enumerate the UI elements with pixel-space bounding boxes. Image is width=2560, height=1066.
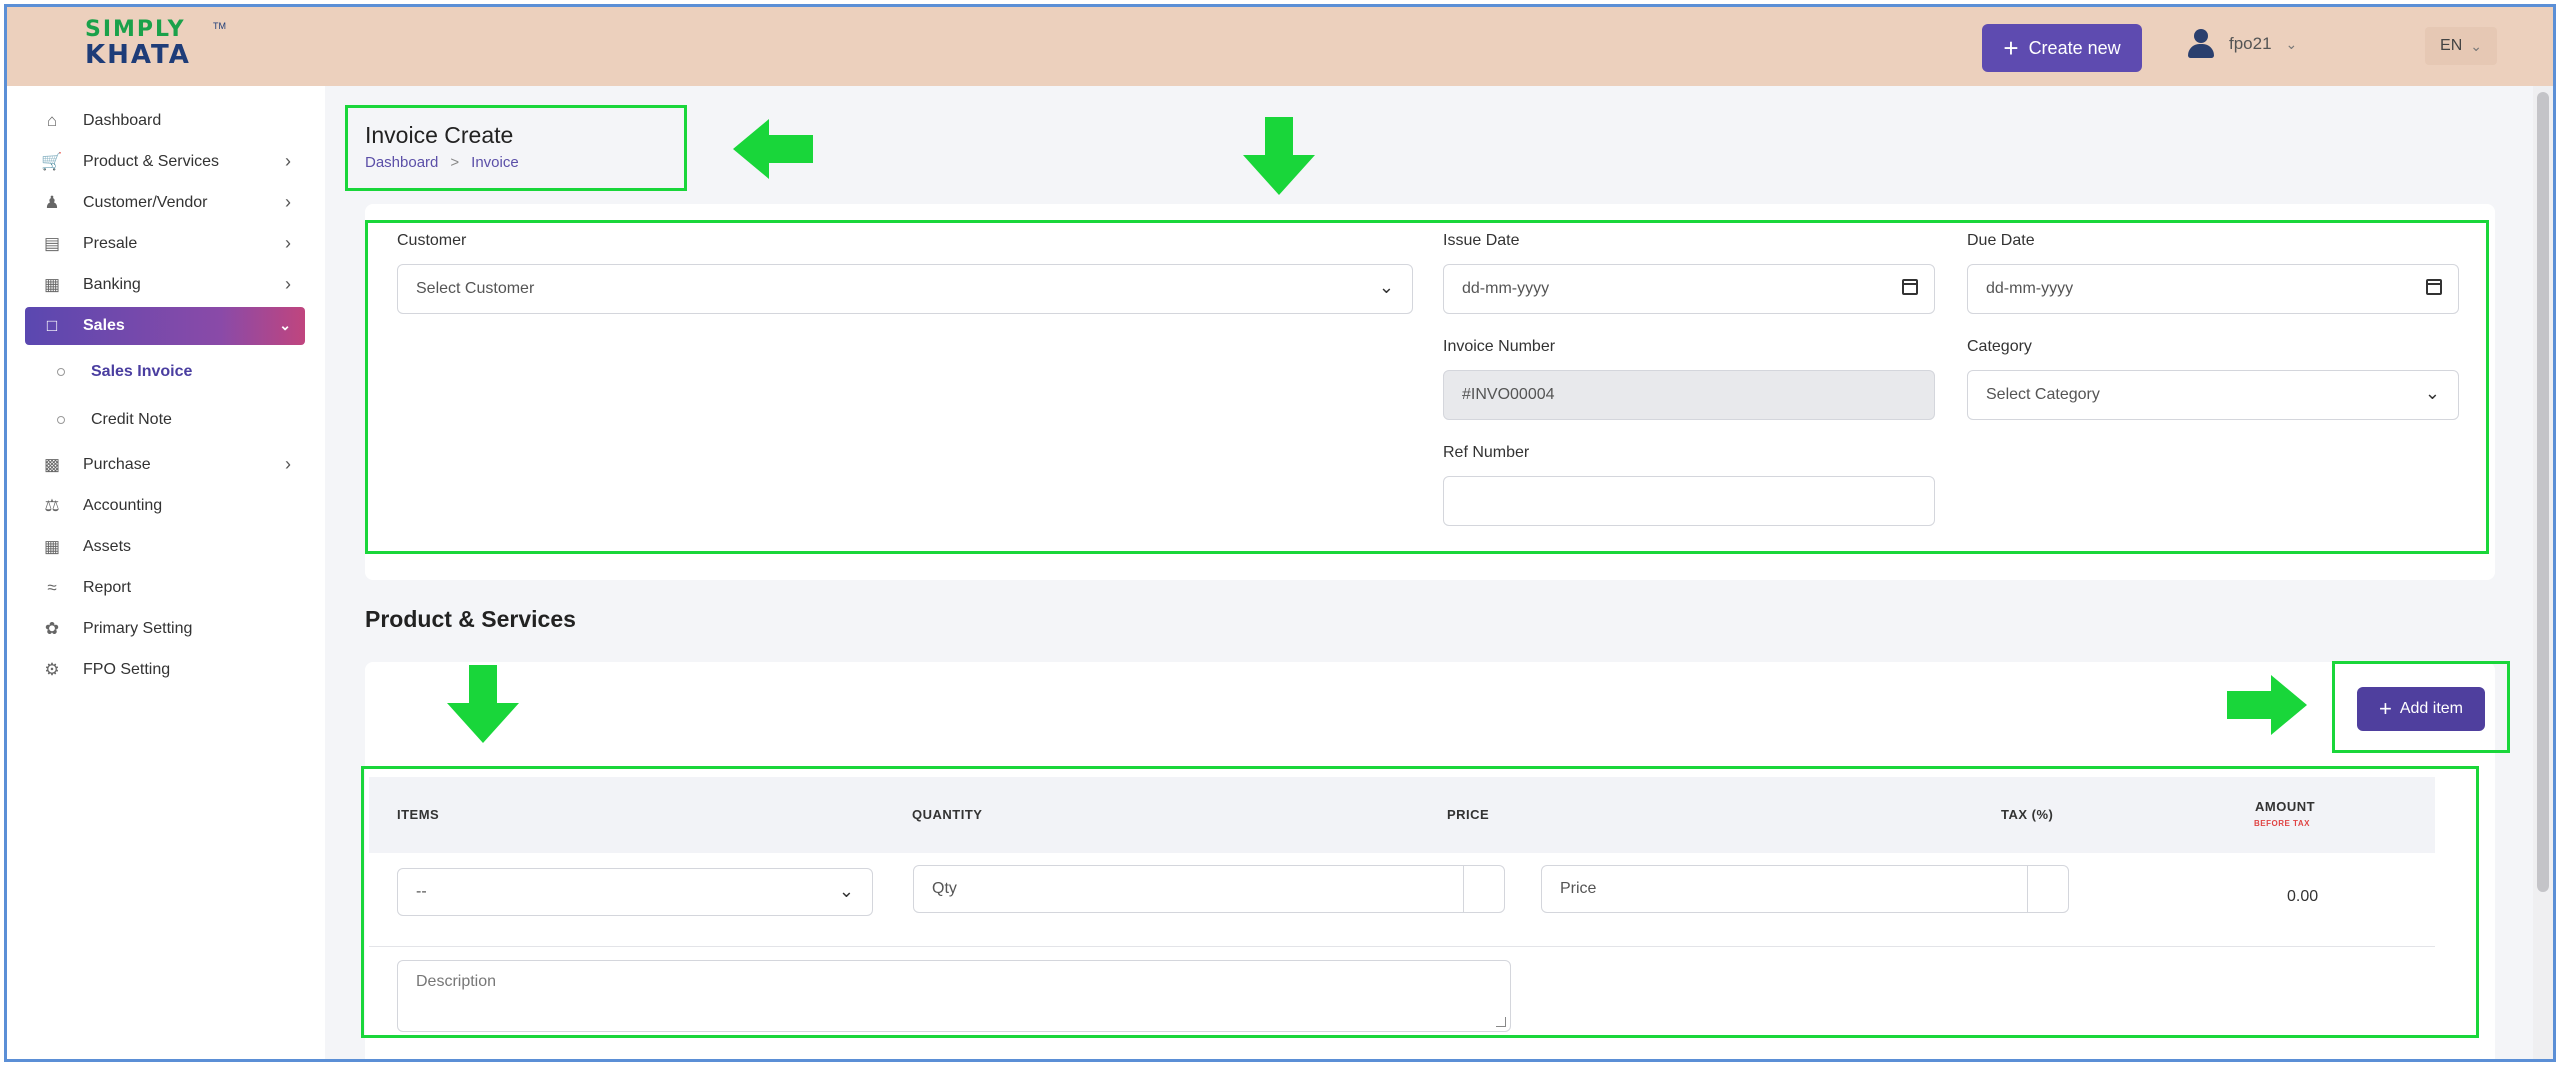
sidebar-subitem-credit-note[interactable]: Credit Note <box>57 403 172 437</box>
annotation-box-invoice-form <box>365 220 2489 554</box>
sidebar-item-label: Banking <box>83 276 141 293</box>
sidebar-subitem-sales-invoice[interactable]: Sales Invoice <box>57 355 192 389</box>
brand-logo[interactable]: SIMPLY KHATA TM <box>85 17 226 71</box>
green-arrow-down-icon <box>1243 117 1315 195</box>
green-arrow-down-icon <box>447 665 519 743</box>
sidebar-item-label: Primary Setting <box>83 620 193 637</box>
sidebar-item-label: Presale <box>83 235 138 252</box>
sidebar-subitem-label: Credit Note <box>91 411 172 428</box>
settings-icon: ✿ <box>44 619 60 638</box>
sidebar-item-presale[interactable]: ▤ Presale › <box>25 225 305 263</box>
sidebar-item-product-services[interactable]: 🛒 Product & Services › <box>25 143 305 181</box>
gear-icon: ⚙ <box>44 660 60 679</box>
chevron-right-icon: › <box>285 151 291 171</box>
plus-icon: + <box>2003 33 2019 63</box>
sidebar-item-label: Accounting <box>83 497 163 514</box>
sidebar-item-label: Purchase <box>83 456 151 473</box>
bullet-icon <box>57 368 65 376</box>
annotation-box-items-table <box>361 766 2479 1038</box>
create-new-button[interactable]: + Create new <box>1982 24 2142 72</box>
top-bar: SIMPLY KHATA TM + Create new fpo21 ⌄ EN … <box>7 7 2553 86</box>
sidebar-item-customer-vendor[interactable]: ♟ Customer/Vendor › <box>25 184 305 222</box>
user-plus-icon: ♟ <box>44 193 60 212</box>
user-name: fpo21 <box>2229 34 2272 53</box>
user-avatar-icon <box>2187 29 2215 59</box>
clipboard-icon: ▩ <box>43 455 61 474</box>
home-icon: ⌂ <box>46 111 58 130</box>
sidebar-item-fpo-setting[interactable]: ⚙ FPO Setting <box>25 651 305 689</box>
sidebar-item-sales[interactable]: □ Sales ⌄ <box>25 307 305 345</box>
sidebar-item-report[interactable]: ≈ Report <box>25 569 305 607</box>
scale-icon: ⚖ <box>44 496 60 515</box>
annotation-box-page-header <box>345 105 687 191</box>
products-section-title: Product & Services <box>365 606 576 632</box>
chevron-down-icon: ⌄ <box>279 317 291 333</box>
language-selector[interactable]: EN ⌄ <box>2425 27 2497 65</box>
language-label: EN <box>2440 37 2463 54</box>
screenshot-frame: SIMPLY KHATA TM + Create new fpo21 ⌄ EN … <box>4 4 2556 1062</box>
chevron-right-icon: › <box>285 233 291 253</box>
chevron-right-icon: › <box>285 454 291 474</box>
sidebar-item-assets[interactable]: ▦ Assets <box>25 528 305 566</box>
sidebar-item-banking[interactable]: ▦ Banking › <box>25 266 305 304</box>
sidebar: ⌂ Dashboard 🛒 Product & Services › ♟ Cus… <box>7 86 325 1059</box>
sidebar-item-label: Product & Services <box>83 153 220 170</box>
sidebar-item-label: Dashboard <box>83 112 162 129</box>
sidebar-item-primary-setting[interactable]: ✿ Primary Setting <box>25 610 305 648</box>
create-new-label: Create new <box>2028 37 2121 58</box>
sidebar-item-dashboard[interactable]: ⌂ Dashboard <box>25 102 305 140</box>
sidebar-item-label: Sales <box>83 317 125 334</box>
chevron-right-icon: › <box>285 192 291 212</box>
logo-line-2: KHATA <box>85 40 191 70</box>
sidebar-item-label: Assets <box>83 538 132 555</box>
sidebar-item-label: Report <box>83 579 132 596</box>
vertical-scrollbar[interactable] <box>2533 86 2553 1059</box>
document-icon: □ <box>46 316 58 335</box>
logo-trademark: TM <box>213 21 226 31</box>
green-arrow-right-icon <box>2227 675 2307 735</box>
chevron-down-icon: ⌄ <box>2470 37 2482 54</box>
chevron-right-icon: › <box>285 274 291 294</box>
sidebar-item-purchase[interactable]: ▩ Purchase › <box>25 446 305 484</box>
building-icon: ▤ <box>43 234 61 253</box>
scrollbar-thumb[interactable] <box>2537 92 2549 892</box>
bank-icon: ▦ <box>43 275 61 294</box>
sidebar-subitem-label: Sales Invoice <box>91 363 193 380</box>
annotation-box-add-item <box>2332 661 2510 753</box>
bullet-icon <box>57 416 65 424</box>
green-arrow-left-icon <box>733 119 813 179</box>
logo-line-1: SIMPLY <box>85 17 186 42</box>
sidebar-item-accounting[interactable]: ⚖ Accounting <box>25 487 305 525</box>
chart-icon: ≈ <box>47 578 57 597</box>
user-menu[interactable]: fpo21 ⌄ <box>2187 29 2297 59</box>
calculator-icon: ▦ <box>43 537 61 556</box>
cart-icon: 🛒 <box>41 152 63 171</box>
sidebar-item-label: FPO Setting <box>83 661 171 678</box>
sidebar-item-label: Customer/Vendor <box>83 194 208 211</box>
chevron-down-icon: ⌄ <box>2285 35 2298 52</box>
